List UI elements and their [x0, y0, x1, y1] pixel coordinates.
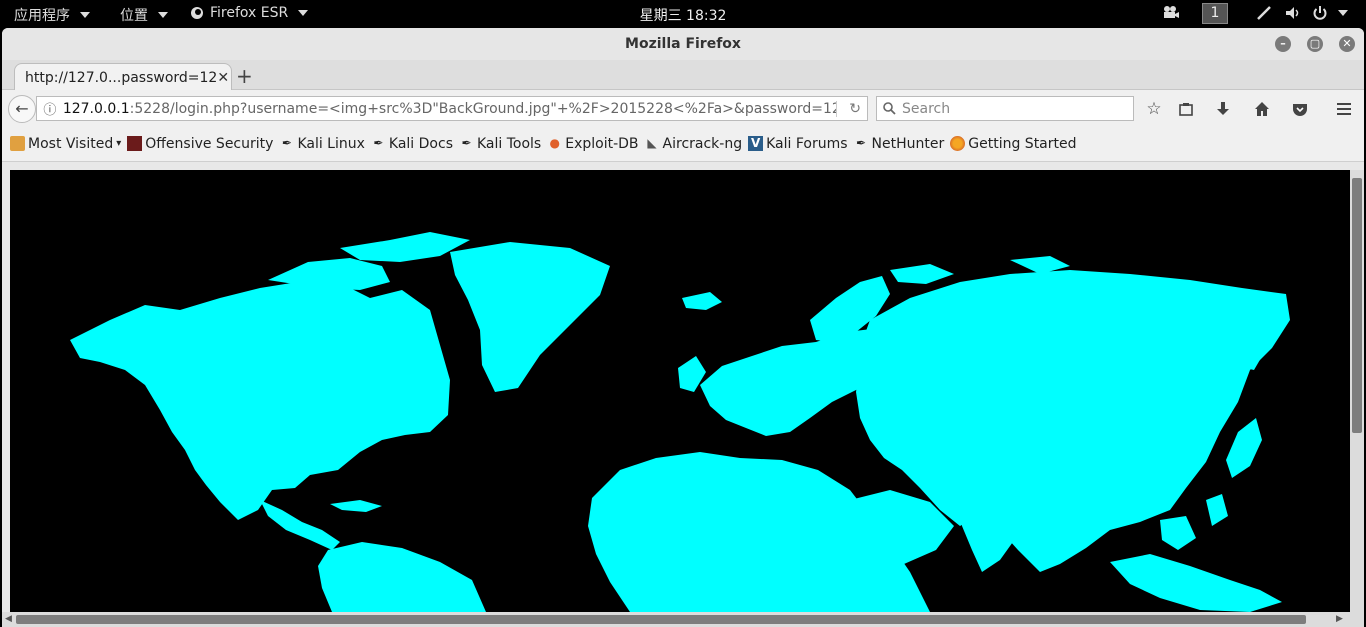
- bookmark-label: Kali Linux: [297, 135, 365, 152]
- horizontal-scrollbar[interactable]: ◀ ▶: [2, 612, 1350, 627]
- bookmark-kali-docs[interactable]: ✒ Kali Docs: [371, 136, 453, 152]
- new-tab-icon[interactable]: +: [236, 64, 253, 88]
- url-bar[interactable]: ⓘ 127.0.0.1 :5228/login.php?username=<im…: [36, 96, 868, 121]
- exploitdb-icon: ●: [549, 136, 560, 150]
- bookmark-label: Getting Started: [968, 135, 1077, 152]
- reading-list-icon[interactable]: [1175, 98, 1197, 120]
- page-content: [10, 170, 1350, 612]
- scroll-left-icon[interactable]: ◀: [5, 614, 12, 624]
- reload-icon[interactable]: ↻: [843, 101, 867, 117]
- chevron-down-icon: ▾: [116, 138, 122, 149]
- power-menu[interactable]: [1312, 5, 1348, 21]
- bookmark-kali-forums[interactable]: V Kali Forums: [748, 135, 848, 152]
- maximize-icon[interactable]: ▢: [1307, 36, 1323, 52]
- offsec-icon: [127, 136, 143, 151]
- bookmark-label: Kali Forums: [766, 135, 848, 152]
- minimize-icon[interactable]: –: [1275, 36, 1291, 52]
- world-map-image: [10, 170, 1350, 612]
- bookmarks-toolbar: Most Visited ▾ Offensive Security ✒ Kali…: [2, 126, 1364, 162]
- url-separator: [836, 100, 838, 117]
- kali-icon: ✒: [373, 136, 384, 150]
- bookmark-getting-started[interactable]: Getting Started: [950, 135, 1077, 152]
- bookmark-kali-linux[interactable]: ✒ Kali Linux: [279, 135, 365, 152]
- power-icon: [1313, 6, 1327, 20]
- bookmark-kali-tools[interactable]: ✒ Kali Tools: [459, 136, 541, 152]
- aircrack-icon: ◣: [647, 136, 657, 150]
- home-icon[interactable]: [1251, 98, 1273, 120]
- vertical-scrollbar[interactable]: [1350, 170, 1364, 627]
- pocket-icon[interactable]: [1289, 98, 1311, 120]
- bookmark-star-icon[interactable]: ☆: [1143, 98, 1165, 120]
- tab-strip: http://127.0...password=12 ✕ +: [2, 60, 1364, 91]
- bookmark-most-visited[interactable]: Most Visited ▾: [10, 136, 121, 152]
- bookmark-label: Exploit-DB: [565, 135, 639, 152]
- bookmark-label: Most Visited: [28, 135, 114, 152]
- chevron-down-icon: [1338, 10, 1348, 16]
- url-path: :5228/login.php?username=<img+src%3D"Bac…: [129, 100, 837, 117]
- menu-hamburger-icon[interactable]: [1333, 98, 1355, 120]
- system-top-bar: 应用程序 位置 Firefox ESR 星期三 18:32 1: [0, 0, 1366, 28]
- tab-title: http://127.0...password=12: [25, 69, 218, 86]
- horizontal-scroll-thumb[interactable]: [16, 615, 1306, 624]
- firefox-window: Mozilla Firefox – ▢ ✕ http://127.0...pas…: [2, 28, 1364, 627]
- close-icon[interactable]: ✕: [1339, 36, 1355, 52]
- window-titlebar[interactable]: Mozilla Firefox – ▢ ✕: [2, 28, 1364, 60]
- bookmark-aircrack-ng[interactable]: ◣ Aircrack-ng: [645, 135, 743, 152]
- brush-icon[interactable]: [1256, 5, 1272, 21]
- bookmark-label: Kali Tools: [477, 135, 542, 152]
- firefox-icon: [950, 136, 966, 151]
- bookmark-label: NetHunter: [871, 135, 945, 152]
- bookmark-exploit-db[interactable]: ● Exploit-DB: [547, 136, 638, 152]
- site-info-icon[interactable]: ⓘ: [37, 99, 63, 118]
- downloads-icon[interactable]: [1212, 98, 1234, 120]
- tab-current[interactable]: http://127.0...password=12 ✕: [14, 63, 232, 91]
- volume-icon[interactable]: [1284, 5, 1302, 21]
- bookmark-label: Aircrack-ng: [662, 135, 743, 152]
- kali-icon: ✒: [461, 136, 472, 150]
- folder-icon: [10, 136, 25, 151]
- search-icon: [883, 102, 896, 115]
- bookmark-nethunter[interactable]: ✒ NetHunter: [854, 135, 945, 152]
- bookmark-offensive-security[interactable]: Offensive Security: [127, 136, 273, 152]
- kali-icon: ✒: [856, 136, 867, 150]
- tab-close-icon[interactable]: ✕: [217, 70, 229, 86]
- kali-icon: ✒: [281, 136, 292, 150]
- bookmark-label: Offensive Security: [145, 135, 274, 152]
- search-placeholder: Search: [902, 100, 951, 117]
- forums-icon: V: [748, 136, 764, 151]
- window-title: Mozilla Firefox: [625, 36, 741, 52]
- vertical-scroll-thumb[interactable]: [1352, 178, 1362, 433]
- scroll-right-icon[interactable]: ▶: [1336, 614, 1343, 624]
- bookmark-label: Kali Docs: [388, 135, 453, 152]
- workspace-indicator[interactable]: 1: [1202, 3, 1228, 24]
- camera-icon[interactable]: [1162, 5, 1180, 19]
- back-icon[interactable]: ←: [8, 95, 36, 123]
- search-input[interactable]: Search: [876, 96, 1134, 121]
- url-host: 127.0.0.1: [62, 100, 130, 117]
- navigation-toolbar: ← ⓘ 127.0.0.1 :5228/login.php?username=<…: [2, 90, 1364, 126]
